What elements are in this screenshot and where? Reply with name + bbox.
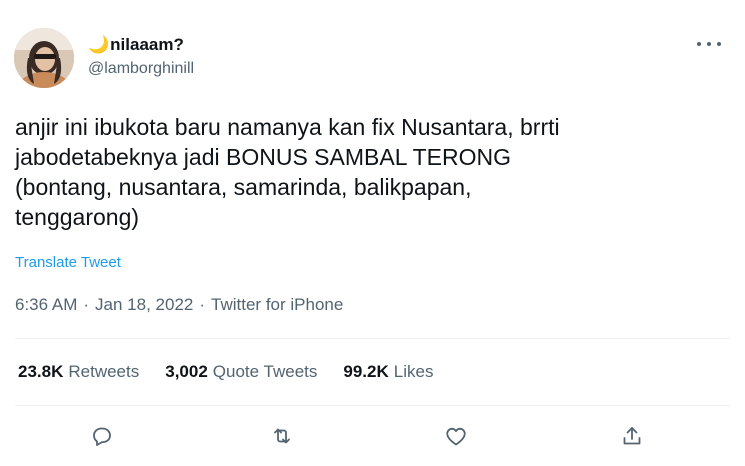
meta-separator: · — [83, 295, 90, 314]
tweet-meta: 6:36 AM · Jan 18, 2022 · Twitter for iPh… — [15, 295, 343, 315]
divider — [15, 405, 730, 406]
tweet-text: anjir ini ibukota baru namanya kan fix N… — [15, 114, 560, 230]
likes-stat[interactable]: 99.2K Likes — [343, 362, 433, 382]
meta-separator: · — [199, 295, 206, 314]
quote-tweets-count: 3,002 — [165, 362, 208, 381]
tweet-time[interactable]: 6:36 AM — [15, 295, 77, 315]
tweet-actions — [0, 418, 745, 454]
translate-tweet-link[interactable]: Translate Tweet — [15, 254, 121, 271]
more-dot — [707, 42, 711, 46]
heart-icon[interactable] — [438, 418, 474, 454]
quote-tweets-label: Quote Tweets — [212, 362, 318, 381]
user-handle[interactable]: @lamborghinill — [88, 60, 194, 78]
more-dot — [717, 42, 721, 46]
more-dot — [697, 42, 701, 46]
tweet-card: 🌙 nilaaam? @lamborghinill anjir ini ibuk… — [0, 0, 745, 466]
tweet-source[interactable]: Twitter for iPhone — [211, 295, 343, 315]
likes-count: 99.2K — [343, 362, 389, 381]
quote-tweets-stat[interactable]: 3,002 Quote Tweets — [165, 362, 317, 382]
display-name-row[interactable]: 🌙 nilaaam? — [88, 35, 184, 55]
more-options-icon[interactable] — [697, 36, 721, 52]
tweet-date[interactable]: Jan 18, 2022 — [95, 295, 193, 315]
retweets-stat[interactable]: 23.8K Retweets — [18, 362, 139, 382]
tweet-stats: 23.8K Retweets 3,002 Quote Tweets 99.2K … — [18, 362, 433, 382]
retweets-label: Retweets — [68, 362, 140, 381]
display-name[interactable]: nilaaam? — [110, 35, 184, 55]
share-icon[interactable] — [614, 418, 650, 454]
moon-emoji: 🌙 — [88, 35, 110, 54]
retweet-icon[interactable] — [264, 418, 300, 454]
avatar-image — [14, 28, 74, 88]
likes-label: Likes — [393, 362, 434, 381]
divider — [15, 338, 730, 339]
reply-icon[interactable] — [84, 418, 120, 454]
retweets-count: 23.8K — [18, 362, 64, 381]
avatar[interactable] — [14, 28, 74, 88]
